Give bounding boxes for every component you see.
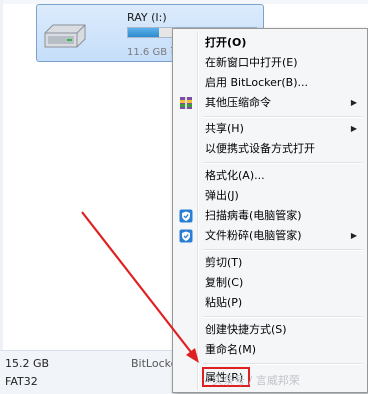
menu-item-format[interactable]: 格式化(A)...	[175, 166, 365, 186]
archive-icon	[180, 97, 192, 109]
details-total-size: 15.2 GB	[5, 357, 50, 370]
menu-item-share[interactable]: 共享(H) ▶	[175, 119, 365, 139]
menu-item-enable-bitlocker[interactable]: 启用 BitLocker(B)...	[175, 73, 365, 93]
usb-drive-icon	[44, 24, 86, 48]
menu-item-label: 弹出(J)	[205, 189, 239, 202]
menu-item-label: 打开(O)	[205, 36, 247, 49]
menu-separator	[203, 363, 363, 365]
details-filesystem: FAT32	[5, 375, 38, 388]
menu-item-copy[interactable]: 复制(C)	[175, 273, 365, 293]
menu-item-create-shortcut[interactable]: 创建快捷方式(S)	[175, 320, 365, 340]
menu-item-file-shred[interactable]: 文件粉碎(电脑管家) ▶	[175, 226, 365, 246]
menu-item-label: 启用 BitLocker(B)...	[205, 76, 309, 89]
menu-separator	[203, 162, 363, 164]
shield-icon	[179, 229, 193, 243]
menu-item-label: 复制(C)	[205, 276, 244, 289]
watermark: 头条号 / 言威邦荣	[212, 374, 300, 387]
menu-item-other-compress[interactable]: 其他压缩命令 ▶	[175, 93, 365, 113]
menu-item-label: 格式化(A)...	[205, 169, 265, 182]
menu-item-open-new-window[interactable]: 在新窗口中打开(E)	[175, 53, 365, 73]
menu-item-open-portable[interactable]: 以便携式设备方式打开	[175, 139, 365, 159]
menu-item-paste[interactable]: 粘贴(P)	[175, 293, 365, 313]
submenu-arrow-icon: ▶	[350, 231, 357, 240]
menu-item-label: 其他压缩命令	[205, 96, 271, 109]
menu-item-open[interactable]: 打开(O)	[175, 33, 365, 53]
menu-item-rename[interactable]: 重命名(M)	[175, 340, 365, 360]
submenu-arrow-icon: ▶	[350, 124, 357, 133]
context-menu: 打开(O) 在新窗口中打开(E) 启用 BitLocker(B)... 其他压缩…	[172, 28, 368, 393]
menu-item-label: 创建快捷方式(S)	[205, 323, 287, 336]
menu-item-cut[interactable]: 剪切(T)	[175, 253, 365, 273]
menu-separator	[203, 316, 363, 318]
menu-separator	[203, 116, 363, 118]
menu-item-label: 以便携式设备方式打开	[205, 142, 315, 155]
submenu-arrow-icon: ▶	[350, 98, 357, 107]
menu-item-label: 剪切(T)	[205, 256, 243, 269]
drive-name: RAY (I:)	[127, 11, 167, 24]
menu-item-label: 共享(H)	[205, 122, 244, 135]
menu-item-label: 重命名(M)	[205, 343, 257, 356]
menu-item-label: 粘贴(P)	[205, 296, 243, 309]
navigation-pane-edge	[0, 0, 3, 393]
menu-item-scan-virus[interactable]: 扫描病毒(电脑管家)	[175, 206, 365, 226]
shield-icon	[179, 209, 193, 223]
menu-item-label: 扫描病毒(电脑管家)	[205, 209, 302, 222]
menu-item-label: 在新窗口中打开(E)	[205, 56, 298, 69]
drive-usage-fill	[128, 28, 159, 37]
menu-item-label: 文件粉碎(电脑管家)	[205, 229, 302, 242]
menu-item-eject[interactable]: 弹出(J)	[175, 186, 365, 206]
menu-separator	[203, 249, 363, 251]
